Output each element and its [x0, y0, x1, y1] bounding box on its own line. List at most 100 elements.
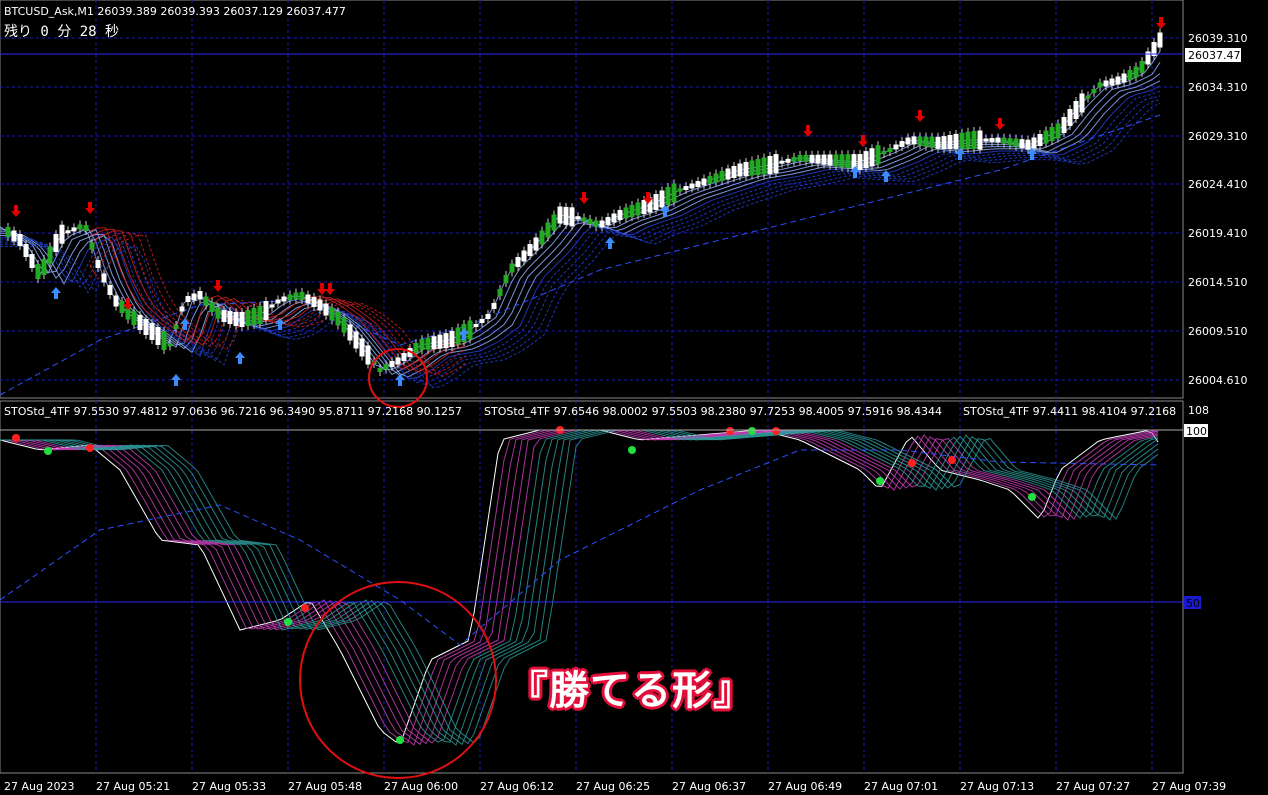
candle-body: [41, 259, 47, 275]
candle-body: [293, 292, 299, 300]
candle-body: [143, 319, 149, 335]
candle-body: [1067, 109, 1073, 126]
indicator-label-2: STOStd_4TF 97.6546 98.0002 97.5503 98.23…: [484, 405, 942, 418]
candle-body: [203, 296, 209, 306]
candle-body: [701, 178, 707, 186]
price-tick: 26024.410: [1188, 178, 1248, 191]
candle-body: [221, 310, 227, 322]
candle-body: [659, 190, 665, 208]
candle-body: [455, 327, 461, 345]
price-tick: 26039.310: [1188, 32, 1248, 45]
indicator-axis[interactable]: 108 100 50: [1184, 404, 1209, 610]
price-panel[interactable]: [0, 0, 1184, 399]
buy-dot: [748, 427, 756, 435]
price-axis[interactable]: 26039.310 26034.310 26029.310 26024.410 …: [1185, 32, 1248, 387]
indicator-scale-50: 50: [1186, 597, 1200, 610]
time-label: 27 Aug 05:33: [192, 780, 266, 793]
candle-body: [851, 154, 857, 170]
candle-body: [1073, 101, 1079, 119]
candle-body: [149, 323, 155, 340]
candle-body: [35, 264, 41, 279]
candle-body: [779, 160, 785, 164]
candle-body: [377, 368, 383, 372]
candle-body: [767, 156, 773, 174]
candle-body: [809, 154, 815, 163]
candle-body: [509, 263, 515, 273]
candle-body: [1001, 137, 1007, 144]
chart-window[interactable]: BTCUSD_Ask,M1 26039.389 26039.393 26037.…: [0, 0, 1268, 795]
candle-body: [437, 334, 443, 349]
candle-body: [251, 308, 257, 325]
candle-body: [629, 205, 635, 217]
candle-body: [677, 188, 683, 192]
candle-body: [695, 181, 701, 187]
candle-body: [845, 154, 851, 169]
indicator-scale-100: 100: [1186, 425, 1207, 438]
buy-dot: [284, 618, 292, 626]
candle-body: [821, 154, 827, 165]
candle-body: [617, 210, 623, 220]
candle-body: [965, 131, 971, 149]
candle-body: [119, 301, 125, 313]
candle-body: [665, 187, 671, 205]
candle-body: [707, 176, 713, 184]
candle-body: [167, 343, 173, 347]
price-tick: 26034.310: [1188, 81, 1248, 94]
time-label: 27 Aug 06:49: [768, 780, 842, 793]
candle-body: [1055, 123, 1061, 139]
candle-body: [539, 230, 545, 245]
candle-body: [857, 154, 863, 170]
candle-body: [89, 242, 95, 250]
candle-body: [1043, 130, 1049, 144]
candle-body: [1031, 137, 1037, 149]
candle-body: [83, 225, 89, 231]
buy-dot: [628, 446, 636, 454]
candle-body: [575, 216, 581, 220]
candle-body: [635, 202, 641, 216]
candle-body: [341, 317, 347, 333]
candle-body: [65, 230, 71, 234]
winning-pattern-banner: 『勝てる形』: [508, 668, 754, 714]
candle-body: [173, 325, 179, 329]
candle-body: [803, 154, 809, 162]
candle-body: [749, 160, 755, 176]
candle-body: [287, 294, 293, 301]
candle-body: [263, 301, 269, 320]
candle-body: [1109, 78, 1115, 86]
candle-body: [743, 162, 749, 176]
candle-body: [899, 141, 905, 147]
candle-body: [587, 219, 593, 224]
price-tick: 26014.510: [1188, 276, 1248, 289]
candle-body: [971, 131, 977, 149]
candle-body: [761, 157, 767, 175]
candle-body: [1079, 93, 1085, 113]
time-label: 27 Aug 05:48: [288, 780, 362, 793]
buy-dot: [876, 477, 884, 485]
candle-body: [719, 171, 725, 181]
candle-body: [755, 159, 761, 175]
candle-body: [563, 206, 569, 225]
candle-body: [905, 137, 911, 145]
candle-body: [23, 244, 29, 257]
candle-body: [917, 136, 923, 146]
candle-body: [77, 224, 83, 230]
candle-body: [887, 148, 893, 152]
time-axis[interactable]: 27 Aug 2023 27 Aug 05:21 27 Aug 05:33 27…: [4, 780, 1226, 793]
candle-body: [329, 307, 335, 321]
candle-body: [551, 214, 557, 231]
candle-body: [869, 148, 875, 167]
candle-body: [485, 314, 491, 319]
price-tick: 26029.310: [1188, 130, 1248, 143]
candle-body: [95, 260, 101, 268]
candle-body: [797, 155, 803, 161]
candle-body: [521, 250, 527, 262]
candle-body: [911, 136, 917, 145]
indicator-label-3: STOStd_4TF 97.4411 98.4104 97.2168: [963, 405, 1176, 418]
candle-body: [113, 295, 119, 307]
candle-body: [1115, 76, 1121, 85]
candle-body: [599, 220, 605, 228]
buy-dot: [1028, 493, 1036, 501]
sell-dot: [12, 434, 20, 442]
candle-body: [557, 206, 563, 224]
candle-body: [959, 132, 965, 149]
